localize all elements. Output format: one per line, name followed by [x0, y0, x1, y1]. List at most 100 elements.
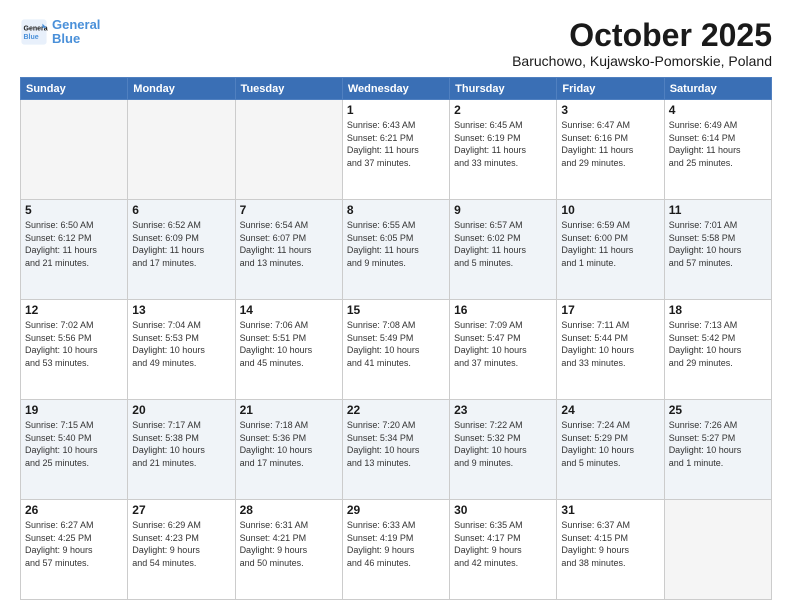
calendar-day-6: 6 Sunrise: 6:52 AM Sunset: 6:09 PM Daylig…	[128, 200, 235, 300]
calendar-day-21: 21 Sunrise: 7:18 AM Sunset: 5:36 PM Dayli…	[235, 400, 342, 500]
calendar-day-19: 19 Sunrise: 7:15 AM Sunset: 5:40 PM Dayli…	[21, 400, 128, 500]
calendar-day-27: 27 Sunrise: 6:29 AM Sunset: 4:23 PM Dayli…	[128, 500, 235, 600]
day-info: Sunrise: 6:57 AM Sunset: 6:02 PM Dayligh…	[454, 219, 552, 269]
month-title: October 2025	[512, 18, 772, 53]
day-info: Sunrise: 6:27 AM Sunset: 4:25 PM Dayligh…	[25, 519, 123, 569]
day-number: 29	[347, 503, 445, 517]
day-info: Sunrise: 6:49 AM Sunset: 6:14 PM Dayligh…	[669, 119, 767, 169]
calendar-empty	[128, 100, 235, 200]
day-info: Sunrise: 7:01 AM Sunset: 5:58 PM Dayligh…	[669, 219, 767, 269]
day-info: Sunrise: 6:29 AM Sunset: 4:23 PM Dayligh…	[132, 519, 230, 569]
calendar-day-12: 12 Sunrise: 7:02 AM Sunset: 5:56 PM Dayli…	[21, 300, 128, 400]
calendar-day-20: 20 Sunrise: 7:17 AM Sunset: 5:38 PM Dayli…	[128, 400, 235, 500]
calendar-table: SundayMondayTuesdayWednesdayThursdayFrid…	[20, 77, 772, 600]
day-info: Sunrise: 6:45 AM Sunset: 6:19 PM Dayligh…	[454, 119, 552, 169]
weekday-header-tuesday: Tuesday	[235, 78, 342, 100]
calendar-day-14: 14Sunrise: 7:06 AM Sunset: 5:51 PM Dayli…	[235, 300, 342, 400]
day-info: Sunrise: 6:55 AM Sunset: 6:05 PM Dayligh…	[347, 219, 445, 269]
day-number: 7	[240, 203, 338, 217]
location-subtitle: Baruchowo, Kujawsko-Pomorskie, Poland	[512, 53, 772, 69]
day-number: 22	[347, 403, 445, 417]
day-number: 5	[25, 203, 123, 217]
day-number: 10	[561, 203, 659, 217]
day-info: Sunrise: 6:50 AM Sunset: 6:12 PM Dayligh…	[25, 219, 123, 269]
day-info: Sunrise: 7:06 AM Sunset: 5:51 PM Dayligh…	[240, 319, 338, 369]
day-number: 4	[669, 103, 767, 117]
day-info: Sunrise: 7:20 AM Sunset: 5:34 PM Dayligh…	[347, 419, 445, 469]
calendar-day-28: 28 Sunrise: 6:31 AM Sunset: 4:21 PM Dayli…	[235, 500, 342, 600]
calendar-empty	[21, 100, 128, 200]
weekday-header-wednesday: Wednesday	[342, 78, 449, 100]
weekday-header-saturday: Saturday	[664, 78, 771, 100]
logo-icon: General Blue	[20, 18, 48, 46]
day-info: Sunrise: 7:26 AM Sunset: 5:27 PM Dayligh…	[669, 419, 767, 469]
day-info: Sunrise: 6:54 AM Sunset: 6:07 PM Dayligh…	[240, 219, 338, 269]
calendar-empty	[664, 500, 771, 600]
day-info: Sunrise: 6:47 AM Sunset: 6:16 PM Dayligh…	[561, 119, 659, 169]
calendar-day-9: 9 Sunrise: 6:57 AM Sunset: 6:02 PM Daylig…	[450, 200, 557, 300]
day-number: 27	[132, 503, 230, 517]
day-number: 21	[240, 403, 338, 417]
calendar-day-26: 26 Sunrise: 6:27 AM Sunset: 4:25 PM Dayli…	[21, 500, 128, 600]
day-info: Sunrise: 7:24 AM Sunset: 5:29 PM Dayligh…	[561, 419, 659, 469]
day-number: 9	[454, 203, 552, 217]
day-info: Sunrise: 7:04 AM Sunset: 5:53 PM Dayligh…	[132, 319, 230, 369]
page: General Blue General Blue October 2025 B…	[0, 0, 792, 612]
calendar-day-17: 17 Sunrise: 7:11 AM Sunset: 5:44 PM Dayli…	[557, 300, 664, 400]
weekday-header-monday: Monday	[128, 78, 235, 100]
day-number: 12	[25, 303, 123, 317]
calendar-day-7: 7 Sunrise: 6:54 AM Sunset: 6:07 PM Daylig…	[235, 200, 342, 300]
day-number: 6	[132, 203, 230, 217]
calendar-day-10: 10 Sunrise: 6:59 AM Sunset: 6:00 PM Dayli…	[557, 200, 664, 300]
day-number: 24	[561, 403, 659, 417]
calendar-day-24: 24 Sunrise: 7:24 AM Sunset: 5:29 PM Dayli…	[557, 400, 664, 500]
day-info: Sunrise: 6:37 AM Sunset: 4:15 PM Dayligh…	[561, 519, 659, 569]
day-number: 13	[132, 303, 230, 317]
day-number: 26	[25, 503, 123, 517]
calendar-week-row: 1 Sunrise: 6:43 AM Sunset: 6:21 PM Daylig…	[21, 100, 772, 200]
day-info: Sunrise: 7:08 AM Sunset: 5:49 PM Dayligh…	[347, 319, 445, 369]
day-info: Sunrise: 6:43 AM Sunset: 6:21 PM Dayligh…	[347, 119, 445, 169]
day-info: Sunrise: 7:02 AM Sunset: 5:56 PM Dayligh…	[25, 319, 123, 369]
header: General Blue General Blue October 2025 B…	[20, 18, 772, 69]
day-number: 3	[561, 103, 659, 117]
day-number: 28	[240, 503, 338, 517]
day-number: 17	[561, 303, 659, 317]
svg-text:Blue: Blue	[24, 34, 39, 41]
calendar-day-25: 25 Sunrise: 7:26 AM Sunset: 5:27 PM Dayli…	[664, 400, 771, 500]
day-info: Sunrise: 7:18 AM Sunset: 5:36 PM Dayligh…	[240, 419, 338, 469]
calendar-day-15: 15Sunrise: 7:08 AM Sunset: 5:49 PM Dayli…	[342, 300, 449, 400]
calendar-day-18: 18Sunrise: 7:13 AM Sunset: 5:42 PM Dayli…	[664, 300, 771, 400]
calendar-day-29: 29Sunrise: 6:33 AM Sunset: 4:19 PM Dayli…	[342, 500, 449, 600]
day-number: 8	[347, 203, 445, 217]
logo: General Blue General Blue	[20, 18, 100, 47]
day-number: 16	[454, 303, 552, 317]
calendar-day-13: 13 Sunrise: 7:04 AM Sunset: 5:53 PM Dayli…	[128, 300, 235, 400]
day-number: 30	[454, 503, 552, 517]
calendar-day-30: 30 Sunrise: 6:35 AM Sunset: 4:17 PM Dayli…	[450, 500, 557, 600]
day-info: Sunrise: 7:17 AM Sunset: 5:38 PM Dayligh…	[132, 419, 230, 469]
day-number: 11	[669, 203, 767, 217]
day-info: Sunrise: 7:09 AM Sunset: 5:47 PM Dayligh…	[454, 319, 552, 369]
day-number: 19	[25, 403, 123, 417]
day-number: 18	[669, 303, 767, 317]
day-number: 1	[347, 103, 445, 117]
calendar-week-row: 19 Sunrise: 7:15 AM Sunset: 5:40 PM Dayli…	[21, 400, 772, 500]
day-info: Sunrise: 6:31 AM Sunset: 4:21 PM Dayligh…	[240, 519, 338, 569]
logo-text: General Blue	[52, 18, 100, 47]
day-info: Sunrise: 6:59 AM Sunset: 6:00 PM Dayligh…	[561, 219, 659, 269]
day-number: 2	[454, 103, 552, 117]
calendar-day-1: 1 Sunrise: 6:43 AM Sunset: 6:21 PM Daylig…	[342, 100, 449, 200]
day-number: 25	[669, 403, 767, 417]
day-number: 20	[132, 403, 230, 417]
day-info: Sunrise: 6:52 AM Sunset: 6:09 PM Dayligh…	[132, 219, 230, 269]
day-info: Sunrise: 6:35 AM Sunset: 4:17 PM Dayligh…	[454, 519, 552, 569]
calendar-day-23: 23 Sunrise: 7:22 AM Sunset: 5:32 PM Dayli…	[450, 400, 557, 500]
day-info: Sunrise: 7:15 AM Sunset: 5:40 PM Dayligh…	[25, 419, 123, 469]
weekday-header-row: SundayMondayTuesdayWednesdayThursdayFrid…	[21, 78, 772, 100]
title-block: October 2025 Baruchowo, Kujawsko-Pomorsk…	[512, 18, 772, 69]
day-info: Sunrise: 7:11 AM Sunset: 5:44 PM Dayligh…	[561, 319, 659, 369]
calendar-day-11: 11 Sunrise: 7:01 AM Sunset: 5:58 PM Dayli…	[664, 200, 771, 300]
day-number: 23	[454, 403, 552, 417]
day-info: Sunrise: 7:22 AM Sunset: 5:32 PM Dayligh…	[454, 419, 552, 469]
